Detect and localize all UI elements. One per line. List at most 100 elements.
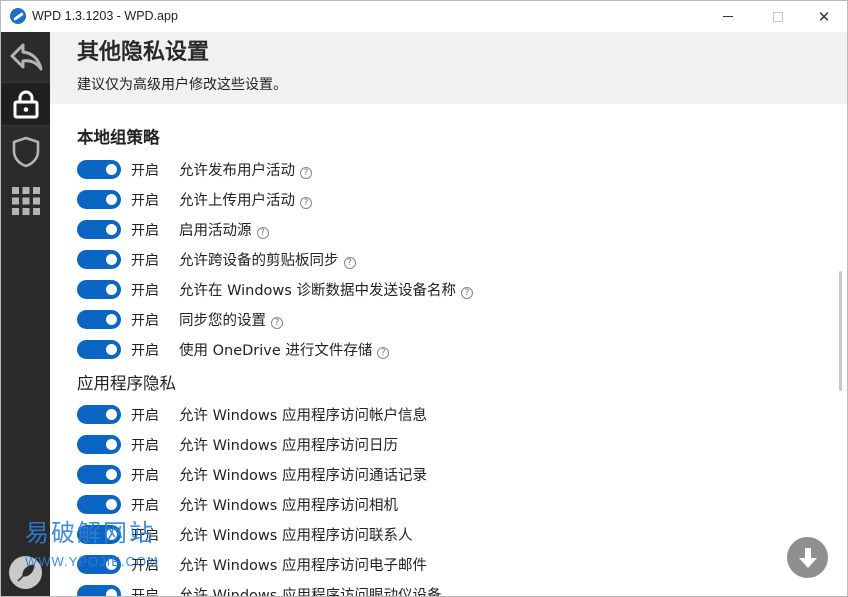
help-icon[interactable]: ? (300, 167, 312, 179)
scrollbar-thumb[interactable] (839, 271, 842, 391)
minimize-button[interactable] (705, 1, 751, 32)
app-logo-icon (10, 8, 26, 24)
toggle-state-label: 开启 (131, 498, 159, 514)
watermark-url: WWW.YPOJIE.COM (25, 554, 159, 569)
section-title-local-group-policy: 本地组策略 (77, 128, 160, 147)
close-button[interactable]: ✕ (801, 1, 847, 32)
toggle-state-label: 开启 (131, 283, 159, 299)
option-label: 允许 Windows 应用程序访问电子邮件 (179, 558, 427, 574)
shield-icon (12, 136, 39, 168)
list-item: 开启 允许 Windows 应用程序访问帐户信息 (77, 403, 817, 425)
help-icon[interactable]: ? (300, 197, 312, 209)
app-window: WPD 1.3.1203 - WPD.app ✕ 其他隐私设置 建议仅为高级用户… (0, 0, 848, 597)
toggle-knob (106, 409, 117, 420)
back-arrow-icon (10, 43, 42, 71)
toggle-state-label: 开启 (131, 193, 159, 209)
option-text: 允许在 Windows 诊断数据中发送设备名称 (179, 283, 456, 299)
toggle-knob (106, 314, 117, 325)
list-item: 开启 允许跨设备的剪贴板同步? (77, 248, 817, 270)
help-icon[interactable]: ? (343, 257, 356, 269)
toggle-state-label: 开启 (131, 313, 159, 329)
option-label: 启用活动源? (179, 219, 269, 240)
list-item: 开启 允许在 Windows 诊断数据中发送设备名称? (77, 278, 817, 300)
help-icon[interactable]: ? (271, 317, 283, 329)
toggle-switch[interactable] (77, 160, 121, 179)
main-content: 其他隐私设置 建议仅为高级用户修改这些设置。 本地组策略 开启 允许发布用户活动… (50, 32, 847, 597)
arrow-down-icon (798, 547, 817, 568)
window-title: WPD 1.3.1203 - WPD.app (32, 9, 178, 23)
help-icon[interactable]: ? (256, 227, 269, 239)
toggle-knob (106, 439, 117, 450)
toggle-knob (106, 254, 117, 265)
list-item: 开启 启用活动源? (77, 218, 817, 240)
lock-icon (13, 90, 38, 119)
toggle-knob (106, 499, 117, 510)
list-item: 开启 使用 OneDrive 进行文件存储? (77, 338, 817, 360)
option-label: 允许 Windows 应用程序访问帐户信息 (179, 408, 427, 424)
toggle-switch[interactable] (77, 585, 121, 596)
toggle-knob (106, 284, 117, 295)
minimize-icon (723, 16, 733, 17)
toggle-state-label: 开启 (131, 253, 159, 269)
maximize-icon (773, 11, 783, 22)
toggle-state-label: 开启 (131, 343, 159, 359)
toggle-knob (106, 194, 117, 205)
toggle-switch[interactable] (77, 220, 121, 239)
option-label: 允许上传用户活动? (179, 189, 312, 210)
option-label: 使用 OneDrive 进行文件存储? (179, 339, 390, 360)
close-icon: ✕ (817, 7, 831, 26)
option-text: 允许发布用户活动 (179, 163, 295, 179)
option-label: 允许 Windows 应用程序访问联系人 (179, 528, 413, 544)
list-item: 开启 允许 Windows 应用程序访问眼动仪设备 (77, 583, 817, 597)
section-title-app-privacy: 应用程序隐私 (77, 374, 176, 393)
toggle-state-label: 开启 (131, 408, 159, 424)
list-item: 开启 允许 Windows 应用程序访问日历 (77, 433, 817, 455)
option-label: 允许 Windows 应用程序访问日历 (179, 438, 398, 454)
page-header: 其他隐私设置 建议仅为高级用户修改这些设置。 (50, 32, 847, 104)
page-subtitle: 建议仅为高级用户修改这些设置。 (77, 77, 287, 93)
option-label: 允许 Windows 应用程序访问通话记录 (179, 468, 427, 484)
toggle-switch[interactable] (77, 465, 121, 484)
toggle-switch[interactable] (77, 435, 121, 454)
list-item: 开启 允许 Windows 应用程序访问联系人 (77, 523, 817, 545)
toggle-knob (106, 224, 117, 235)
help-icon[interactable]: ? (460, 287, 473, 299)
toggle-switch[interactable] (77, 250, 121, 269)
option-text: 允许上传用户活动 (179, 193, 295, 209)
toggle-switch[interactable] (77, 340, 121, 359)
option-label: 允许 Windows 应用程序访问眼动仪设备 (179, 588, 442, 597)
list-item: 开启 允许 Windows 应用程序访问通话记录 (77, 463, 817, 485)
toggle-state-label: 开启 (131, 163, 159, 179)
toggle-switch[interactable] (77, 310, 121, 329)
option-label: 允许发布用户活动? (179, 159, 312, 180)
option-label: 允许在 Windows 诊断数据中发送设备名称? (179, 279, 473, 300)
sidebar-item-privacy[interactable] (1, 82, 50, 126)
sidebar-item-apps[interactable] (1, 179, 50, 223)
help-icon[interactable]: ? (377, 347, 390, 359)
grid-icon (11, 187, 40, 215)
option-text: 启用活动源 (179, 223, 252, 239)
toggle-switch[interactable] (77, 405, 121, 424)
option-label: 同步您的设置? (179, 309, 283, 330)
toggle-switch[interactable] (77, 190, 121, 209)
toggle-state-label: 开启 (131, 588, 159, 597)
toggle-switch[interactable] (77, 495, 121, 514)
option-text: 使用 OneDrive 进行文件存储 (179, 343, 373, 359)
list-item: 开启 同步您的设置? (77, 308, 817, 330)
list-item: 开启 允许上传用户活动? (77, 188, 817, 210)
page-title: 其他隐私设置 (77, 40, 210, 65)
maximize-button[interactable] (755, 1, 801, 32)
option-label: 允许 Windows 应用程序访问相机 (179, 498, 398, 514)
sidebar-item-back[interactable] (1, 35, 50, 79)
toggle-knob (106, 589, 117, 596)
toggle-knob (106, 164, 117, 175)
title-bar: WPD 1.3.1203 - WPD.app ✕ (1, 1, 847, 32)
toggle-state-label: 开启 (131, 468, 159, 484)
option-text: 允许跨设备的剪贴板同步 (179, 253, 339, 269)
list-item: 开启 允许 Windows 应用程序访问相机 (77, 493, 817, 515)
toggle-state-label: 开启 (131, 223, 159, 239)
watermark-text: 易破解网站 (25, 519, 155, 547)
scroll-down-button[interactable] (787, 537, 828, 578)
sidebar-item-security[interactable] (1, 130, 50, 174)
toggle-switch[interactable] (77, 280, 121, 299)
